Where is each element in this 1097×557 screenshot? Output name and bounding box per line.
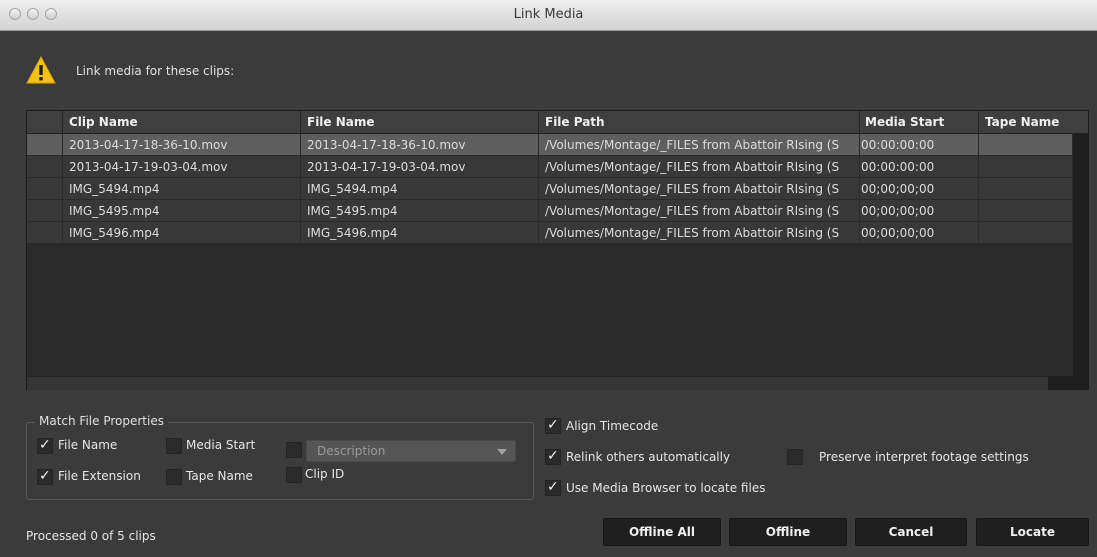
relink-auto-check-icon: ✓: [547, 448, 559, 464]
description-select-value: Description: [317, 444, 386, 458]
chevron-down-icon: [497, 449, 507, 455]
cell-media-start: 00:00:00:00: [861, 138, 935, 152]
preserve-interpret-label[interactable]: Preserve interpret footage settings: [819, 450, 1029, 464]
cancel-button[interactable]: Cancel: [855, 518, 967, 546]
cell-clip-name: IMG_5494.mp4: [69, 182, 160, 196]
cell-file-name: IMG_5495.mp4: [307, 204, 398, 218]
column-header-file-path[interactable]: File Path: [545, 115, 605, 129]
cell-file-path: /Volumes/Montage/_FILES from Abattoir RI…: [545, 226, 840, 240]
group-title: Match File Properties: [35, 414, 168, 428]
scrollbar-corner: [1048, 376, 1088, 389]
column-header-file-name[interactable]: File Name: [307, 115, 375, 129]
table-row[interactable]: IMG_5494.mp4 IMG_5494.mp4 /Volumes/Monta…: [27, 178, 1072, 200]
description-checkbox[interactable]: [286, 442, 302, 458]
cell-media-start: 00;00;00;00: [861, 226, 935, 240]
dialog-message: Link media for these clips:: [76, 64, 235, 78]
align-timecode-label[interactable]: Align Timecode: [566, 419, 658, 433]
file-name-label[interactable]: File Name: [58, 438, 117, 452]
table-header: Clip Name File Name File Path Media Star…: [27, 111, 1088, 134]
cell-file-name: IMG_5494.mp4: [307, 182, 398, 196]
vertical-scrollbar[interactable]: [1073, 134, 1088, 377]
cell-clip-name: IMG_5496.mp4: [69, 226, 160, 240]
relink-auto-label[interactable]: Relink others automatically: [566, 450, 730, 464]
table-row[interactable]: 2013-04-17-19-03-04.mov 2013-04-17-19-03…: [27, 156, 1072, 178]
clip-id-label[interactable]: Clip ID: [305, 467, 344, 481]
table-row[interactable]: IMG_5496.mp4 IMG_5496.mp4 /Volumes/Monta…: [27, 222, 1072, 244]
media-browser-check-icon: ✓: [547, 479, 559, 495]
media-start-checkbox[interactable]: [166, 438, 182, 454]
tape-name-checkbox[interactable]: [166, 469, 182, 485]
locate-button[interactable]: Locate: [976, 518, 1089, 546]
cell-file-name: 2013-04-17-19-03-04.mov: [307, 160, 466, 174]
cell-file-name: 2013-04-17-18-36-10.mov: [307, 138, 466, 152]
table-row[interactable]: IMG_5495.mp4 IMG_5495.mp4 /Volumes/Monta…: [27, 200, 1072, 222]
clips-table[interactable]: Clip Name File Name File Path Media Star…: [26, 110, 1089, 390]
cell-file-name: IMG_5496.mp4: [307, 226, 398, 240]
preserve-interpret-checkbox[interactable]: [787, 449, 803, 465]
window-title: Link Media: [513, 7, 584, 22]
description-select[interactable]: Description: [306, 440, 516, 462]
warning-icon: [26, 56, 56, 84]
cell-media-start: 00:00:00:00: [861, 160, 935, 174]
table-row[interactable]: 2013-04-17-18-36-10.mov 2013-04-17-18-36…: [27, 134, 1072, 156]
align-timecode-check-icon: ✓: [547, 417, 559, 433]
status-text: Processed 0 of 5 clips: [26, 529, 156, 543]
file-extension-label[interactable]: File Extension: [58, 469, 141, 483]
cell-file-path: /Volumes/Montage/_FILES from Abattoir RI…: [545, 138, 840, 152]
horizontal-scrollbar[interactable]: [27, 376, 1048, 390]
media-start-label[interactable]: Media Start: [186, 438, 255, 452]
media-browser-label[interactable]: Use Media Browser to locate files: [566, 481, 765, 495]
column-header-tape-name[interactable]: Tape Name: [985, 115, 1059, 129]
tape-name-label[interactable]: Tape Name: [186, 469, 253, 483]
cell-file-path: /Volumes/Montage/_FILES from Abattoir RI…: [545, 204, 840, 218]
cell-clip-name: 2013-04-17-19-03-04.mov: [69, 160, 228, 174]
column-header-clip-name[interactable]: Clip Name: [69, 115, 138, 129]
offline-all-button[interactable]: Offline All: [603, 518, 721, 546]
cell-media-start: 00;00;00;00: [861, 182, 935, 196]
clip-id-checkbox[interactable]: [286, 467, 302, 483]
file-name-check-icon: ✓: [39, 437, 51, 453]
title-bar: Link Media: [0, 0, 1097, 31]
cell-file-path: /Volumes/Montage/_FILES from Abattoir RI…: [545, 182, 840, 196]
column-header-media-start[interactable]: Media Start: [865, 115, 944, 129]
offline-button[interactable]: Offline: [729, 518, 847, 546]
cell-file-path: /Volumes/Montage/_FILES from Abattoir RI…: [545, 160, 840, 174]
cell-media-start: 00;00;00;00: [861, 204, 935, 218]
cell-clip-name: 2013-04-17-18-36-10.mov: [69, 138, 228, 152]
file-extension-check-icon: ✓: [39, 468, 51, 484]
cell-clip-name: IMG_5495.mp4: [69, 204, 160, 218]
